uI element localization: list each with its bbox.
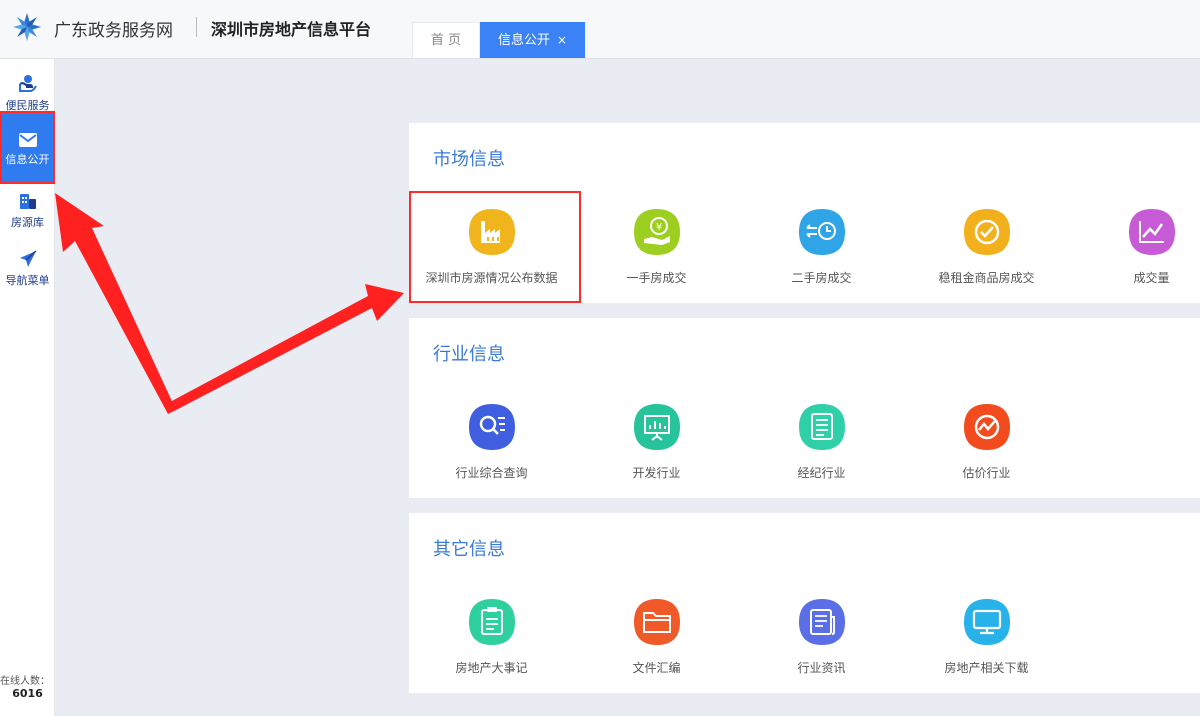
- section-title: 其它信息: [433, 539, 505, 560]
- service-hands-icon: [18, 75, 37, 92]
- sidebar-item-label: 便民服务: [5, 99, 50, 112]
- search-list-icon: [469, 404, 515, 450]
- section-title: 行业信息: [433, 344, 505, 365]
- tile-transaction-volume[interactable]: 成交量: [1069, 193, 1200, 303]
- tile-shenzhen-housing-data[interactable]: 深圳市房源情况公布数据: [409, 193, 574, 303]
- online-users-count: 6016: [12, 687, 43, 700]
- tile-brokerage-industry[interactable]: 经纪行业: [739, 388, 904, 498]
- tile-appraisal-industry[interactable]: 估价行业: [904, 388, 1069, 498]
- left-sidebar: 便民服务 信息公开 房源库 导航菜单 在线人数： 6016: [0, 59, 55, 716]
- tile-label: 成交量: [1133, 271, 1170, 285]
- tab-home[interactable]: 首 页: [412, 22, 480, 58]
- presentation-icon: [634, 404, 680, 450]
- tile-real-estate-chronicle[interactable]: 房地产大事记: [409, 583, 574, 693]
- tab-close-icon[interactable]: ×: [557, 33, 567, 47]
- mail-icon: [18, 133, 37, 147]
- gauge-icon: [964, 404, 1010, 450]
- tile-label: 开发行业: [632, 466, 681, 480]
- building-icon: [19, 194, 36, 209]
- tile-label: 经纪行业: [797, 466, 846, 480]
- tab-info-disclosure[interactable]: 信息公开 ×: [480, 22, 585, 58]
- tile-industry-news[interactable]: 行业资讯: [739, 583, 904, 693]
- guangdong-gov-logo-icon[interactable]: [11, 11, 43, 43]
- sidebar-item-housing-database[interactable]: 房源库: [0, 189, 55, 249]
- news-icon: [799, 599, 845, 645]
- brand-name[interactable]: 广东政务服务网: [54, 16, 173, 41]
- check-circle-icon: [964, 209, 1010, 255]
- yen-hand-icon: ¥: [634, 209, 680, 255]
- tile-stable-rent-housing-transactions[interactable]: 稳租金商品房成交: [904, 193, 1069, 303]
- clipboard-icon: [469, 599, 515, 645]
- annotation-arrow-left: [55, 193, 176, 414]
- document-list-icon: [799, 404, 845, 450]
- section-title: 市场信息: [433, 149, 505, 170]
- sidebar-item-info-disclosure[interactable]: 信息公开: [0, 112, 55, 183]
- tile-document-compilation[interactable]: 文件汇编: [574, 583, 739, 693]
- sidebar-item-label: 房源库: [11, 216, 44, 229]
- tile-label: 文件汇编: [632, 661, 681, 675]
- trend-chart-icon: [1129, 209, 1175, 255]
- tile-real-estate-downloads[interactable]: 房地产相关下载: [904, 583, 1069, 693]
- top-header: 广东政务服务网 深圳市房地产信息平台 首 页 信息公开 ×: [0, 0, 1200, 59]
- tile-label: 深圳市房源情况公布数据: [425, 271, 558, 285]
- tile-label: 房地产相关下载: [944, 661, 1029, 675]
- annotation-arrow-right: [170, 284, 404, 410]
- tile-label: 估价行业: [962, 466, 1011, 480]
- industry-info-panel: 行业信息 行业综合查询 开发行业 经纪行业 估价行业: [409, 318, 1200, 498]
- sidebar-item-label: 信息公开: [5, 153, 50, 166]
- send-arrow-icon: [19, 250, 37, 267]
- tile-industry-comprehensive-query[interactable]: 行业综合查询: [409, 388, 574, 498]
- market-info-panel: 市场信息 深圳市房源情况公布数据 ¥ 一手房成交 二手房成交 稳租金商品房成交 …: [409, 123, 1200, 303]
- tile-label: 二手房成交: [791, 271, 852, 285]
- monitor-icon: [964, 599, 1010, 645]
- clock-transfer-icon: [799, 209, 845, 255]
- tile-label: 行业资讯: [797, 661, 846, 675]
- other-info-panel: 其它信息 房地产大事记 文件汇编 行业资讯 房地产相关下载: [409, 513, 1200, 693]
- tile-resale-home-transactions[interactable]: 二手房成交: [739, 193, 904, 303]
- tab-home-label: 首 页: [430, 33, 462, 48]
- factory-icon: [469, 209, 515, 255]
- sidebar-item-navigation-menu[interactable]: 导航菜单: [0, 246, 55, 306]
- online-users-label: 在线人数：: [0, 676, 50, 687]
- tile-label: 稳租金商品房成交: [938, 271, 1035, 285]
- svg-text:¥: ¥: [656, 222, 662, 233]
- tile-new-home-transactions[interactable]: ¥ 一手房成交: [574, 193, 739, 303]
- sidebar-item-label: 导航菜单: [5, 274, 50, 287]
- tile-development-industry[interactable]: 开发行业: [574, 388, 739, 498]
- tile-label: 房地产大事记: [455, 661, 528, 675]
- tab-info-label: 信息公开: [497, 33, 550, 48]
- tile-label: 行业综合查询: [455, 466, 528, 480]
- platform-title: 深圳市房地产信息平台: [211, 20, 372, 39]
- folder-icon: [634, 599, 680, 645]
- header-divider: [196, 17, 197, 37]
- tile-label: 一手房成交: [626, 271, 687, 285]
